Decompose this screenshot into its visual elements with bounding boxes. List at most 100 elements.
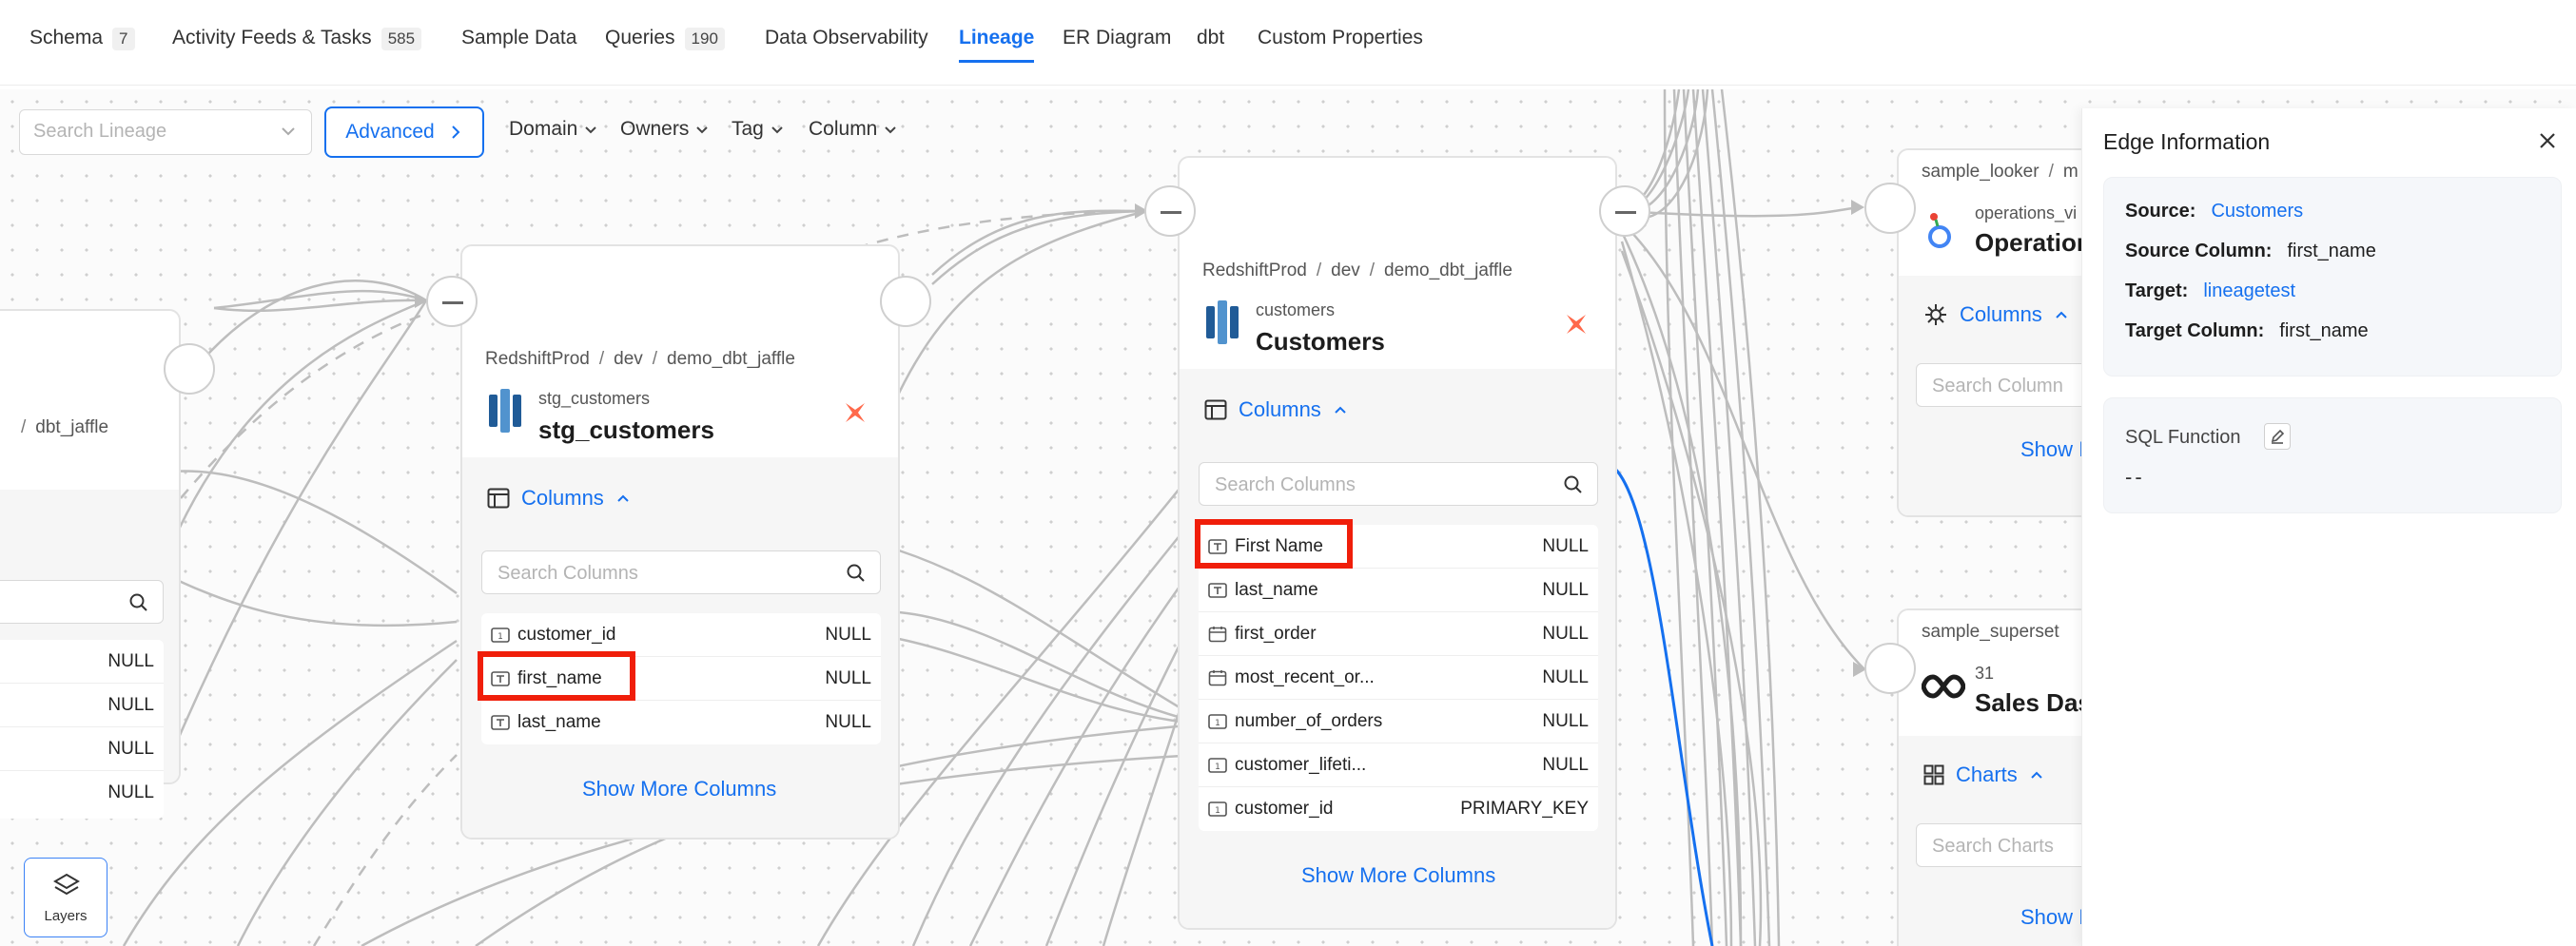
close-icon[interactable] (2538, 131, 2557, 150)
breadcrumb: sample_superset (1922, 622, 2059, 643)
tab-label: Activity Feeds & Tasks (172, 27, 372, 48)
lineage-search-select[interactable] (19, 109, 312, 155)
column-row[interactable]: 1 customer_lifeti... NULL (1199, 743, 1598, 787)
lineage-node-customers[interactable]: RedshiftProd / dev / demo_dbt_jaffle custome… (1178, 156, 1617, 930)
edge-line[interactable] (1044, 607, 1200, 946)
columns-toggle[interactable]: Columns (487, 486, 631, 511)
tab-dbt[interactable]: dbt (1197, 27, 1224, 49)
breadcrumb-item[interactable]: sample_looker (1922, 162, 2039, 182)
node-collapse-handle[interactable] (1599, 185, 1650, 237)
breadcrumb-item[interactable]: m (2063, 162, 2078, 182)
node-expand-handle[interactable] (880, 276, 931, 327)
breadcrumb: / dbt_jaffle (21, 417, 109, 437)
selected-edge[interactable] (1603, 460, 1714, 946)
breadcrumb-item[interactable]: dev (614, 349, 643, 369)
entity-name[interactable]: stg_customers (538, 415, 714, 445)
breadcrumb-item[interactable]: sample_superset (1922, 622, 2059, 642)
edge-line[interactable] (1620, 241, 1733, 946)
column-row[interactable]: NULL (0, 684, 164, 727)
entity-name[interactable]: Sales Das (1975, 688, 2092, 718)
breadcrumb-item[interactable]: RedshiftProd (485, 349, 590, 369)
column-row[interactable]: 1 number_of_orders NULL (1199, 700, 1598, 743)
columns-toggle[interactable]: Columns (1204, 397, 1348, 422)
tab-er-diagram[interactable]: ER Diagram (1063, 27, 1171, 49)
edge-line[interactable] (213, 299, 427, 313)
entity-type-label: operations_vi (1975, 203, 2078, 222)
column-row[interactable]: NULL (0, 727, 164, 771)
column-row[interactable]: 1 customer_id PRIMARY_KEY (1199, 787, 1598, 831)
tab-activity-feeds[interactable]: Activity Feeds & Tasks 585 (172, 27, 422, 50)
node-expand-handle[interactable] (164, 343, 215, 395)
layers-button[interactable]: Layers (24, 858, 107, 937)
charts-toggle[interactable]: Charts (1923, 763, 2044, 787)
edge-line[interactable] (312, 754, 458, 946)
target-link[interactable]: lineagetest (2203, 280, 2295, 301)
show-more-button[interactable]: Show I (2020, 905, 2084, 930)
tab-sample-data[interactable]: Sample Data (461, 27, 576, 49)
columns-toggle[interactable]: Columns (1923, 302, 2069, 327)
owners-filter[interactable]: Owners (620, 118, 710, 141)
entity-name[interactable]: Operation (1975, 228, 2092, 258)
edit-sql-button[interactable] (2264, 423, 2291, 450)
breadcrumb: RedshiftProd / dev / demo_dbt_jaffle (485, 349, 795, 369)
lineage-node-stg-customers[interactable]: RedshiftProd / dev / demo_dbt_jaffle stg_cus… (460, 244, 900, 840)
node-collapse-handle[interactable] (426, 276, 478, 327)
show-more-columns-button[interactable]: Show More Columns (1301, 863, 1495, 888)
show-more-button[interactable]: Show I (2020, 437, 2084, 462)
column-search-input[interactable]: Search Columns (481, 550, 881, 594)
tab-count-badge: 585 (381, 28, 422, 50)
tab-data-observability[interactable]: Data Observability (765, 27, 928, 49)
sql-function-value: -- (2125, 465, 2145, 489)
breadcrumb-item[interactable]: demo_dbt_jaffle (1384, 261, 1512, 280)
column-row[interactable]: NULL (0, 771, 164, 815)
column-type: NULL (825, 712, 871, 732)
tab-lineage[interactable]: Lineage (959, 27, 1035, 63)
search-placeholder: Search Columns (1215, 474, 1356, 495)
advanced-button[interactable]: Advanced (324, 106, 484, 158)
charts-label: Charts (1956, 763, 2018, 786)
column-type: NULL (1542, 580, 1589, 600)
breadcrumb-item[interactable]: demo_dbt_jaffle (667, 349, 795, 369)
edge-line[interactable] (892, 209, 1147, 404)
column-row[interactable]: last_name NULL (481, 701, 881, 744)
entity-name[interactable]: Customers (1256, 327, 1385, 357)
column-row[interactable]: last_name NULL (1199, 569, 1598, 612)
breadcrumb-item[interactable]: dbt_jaffle (35, 417, 108, 437)
tab-custom-properties[interactable]: Custom Properties (1258, 27, 1423, 49)
edge-line[interactable] (169, 299, 427, 547)
edge-line[interactable] (1621, 205, 1861, 218)
edge-line[interactable] (968, 559, 1200, 946)
column-type: NULL (107, 695, 154, 715)
dbt-icon (846, 403, 865, 422)
column-list: NULL NULL NULL NULL (0, 640, 164, 819)
column-row[interactable]: NULL (0, 640, 164, 684)
svg-text:1: 1 (1215, 719, 1220, 728)
breadcrumb-item[interactable]: RedshiftProd (1202, 261, 1307, 280)
tab-bar: Schema 7 Activity Feeds & Tasks 585 Sample… (0, 0, 2576, 86)
text-type-icon (491, 715, 510, 730)
column-type: NULL (1542, 536, 1589, 556)
column-row[interactable]: first_order NULL (1199, 612, 1598, 656)
panel-title: Edge Information (2103, 129, 2271, 154)
column-row[interactable]: most_recent_or... NULL (1199, 656, 1598, 700)
node-expand-handle[interactable] (1864, 643, 1916, 694)
column-search-input[interactable] (0, 580, 164, 624)
domain-filter[interactable]: Domain (509, 118, 598, 141)
lineage-node-dbt-jaffle[interactable]: / dbt_jaffle NULL NULL NULL NULL (0, 309, 181, 819)
column-filter[interactable]: Column (809, 118, 898, 141)
column-search-input[interactable]: Search Columns (1199, 462, 1598, 506)
chevron-down-icon (585, 126, 597, 134)
edge-line[interactable] (236, 659, 458, 946)
search-lineage-input[interactable] (20, 110, 258, 152)
breadcrumb-item[interactable]: dev (1331, 261, 1360, 280)
tab-schema[interactable]: Schema 7 (29, 27, 135, 50)
source-link[interactable]: Customers (2211, 201, 2303, 222)
target-column-row: Target Column: first_name (2125, 320, 2369, 342)
svg-text:1: 1 (1215, 806, 1220, 816)
node-collapse-handle[interactable] (1144, 185, 1196, 237)
show-more-columns-button[interactable]: Show More Columns (582, 777, 776, 801)
tab-queries[interactable]: Queries 190 (605, 27, 725, 50)
tag-filter[interactable]: Tag (732, 118, 785, 141)
node-expand-handle[interactable] (1864, 183, 1916, 234)
search-icon (847, 564, 865, 582)
